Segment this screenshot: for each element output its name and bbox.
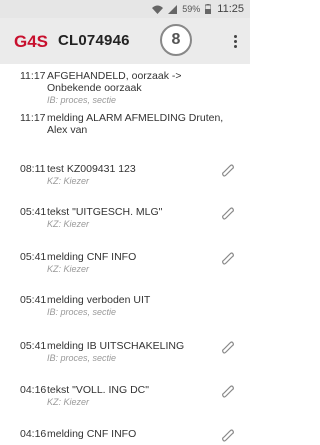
entry-text: AFGEHANDELD, oorzaak -> Onbekende oorzaa…	[47, 70, 227, 106]
entry-time: 05:41	[20, 206, 47, 218]
entry-text: melding IB UITSCHAKELING IB: proces, sect…	[47, 340, 227, 364]
entry-text: tekst "VOLL. ING DC" KZ: Kiezer	[47, 384, 227, 408]
log-list[interactable]: 11:17 AFGEHANDELD, oorzaak -> Onbekende …	[0, 64, 250, 445]
entry-sub: KZ: Kiezer	[47, 264, 90, 274]
entry-time: 05:41	[20, 294, 47, 306]
entry-time: 11:17	[20, 70, 46, 82]
entry-time: 04:16	[20, 428, 47, 440]
status-bar: 59% 11:25	[0, 0, 250, 18]
entry-sub: IB: proces, sectie	[47, 353, 117, 363]
entry-sub: IB: proces, sectie	[47, 95, 117, 105]
status-time: 11:25	[217, 3, 244, 15]
entry-time: 11:17	[20, 112, 46, 124]
entry-sub: KZ: Kiezer	[47, 219, 90, 229]
count-badge[interactable]: 8	[160, 24, 192, 56]
entry-sub: IB: proces, sectie	[47, 307, 117, 317]
attachment-icon[interactable]	[222, 428, 234, 442]
entry-time: 04:16	[20, 384, 47, 396]
attachment-icon[interactable]	[222, 206, 234, 220]
attachment-icon[interactable]	[222, 251, 234, 265]
attachment-icon[interactable]	[222, 340, 234, 354]
entry-time: 08:11	[20, 163, 46, 175]
wifi-icon	[152, 5, 164, 14]
entry-time: 05:41	[20, 251, 47, 263]
entry-text: test KZ009431 123 KZ: Kiezer	[47, 163, 227, 187]
entry-text: melding ALARM AFMELDING Druten, Alex van	[47, 112, 224, 136]
page-title: CL074946	[58, 32, 130, 49]
entry-sub: KZ: Kiezer	[47, 176, 90, 186]
entry-text: tekst "UITGESCH. MLG" KZ: Kiezer	[47, 206, 227, 230]
attachment-icon[interactable]	[222, 163, 234, 177]
overflow-menu-icon[interactable]	[226, 30, 244, 52]
battery-percent: 59%	[182, 4, 201, 14]
entry-time: 05:41	[20, 340, 47, 352]
logo-text: G4S	[14, 32, 48, 51]
battery-icon	[205, 4, 212, 14]
entry-text: melding CNF INFO KZ: Kiezer	[47, 251, 227, 275]
entry-text: melding CNF INFO	[47, 428, 137, 440]
attachment-icon[interactable]	[222, 384, 234, 398]
entry-text: melding verboden UIT IB: proces, sectie	[47, 294, 227, 318]
g4s-logo: G4S	[14, 31, 48, 51]
entry-sub: KZ: Kiezer	[47, 397, 90, 407]
app-bar: G4S CL074946 8	[0, 18, 250, 64]
signal-icon	[168, 4, 178, 14]
